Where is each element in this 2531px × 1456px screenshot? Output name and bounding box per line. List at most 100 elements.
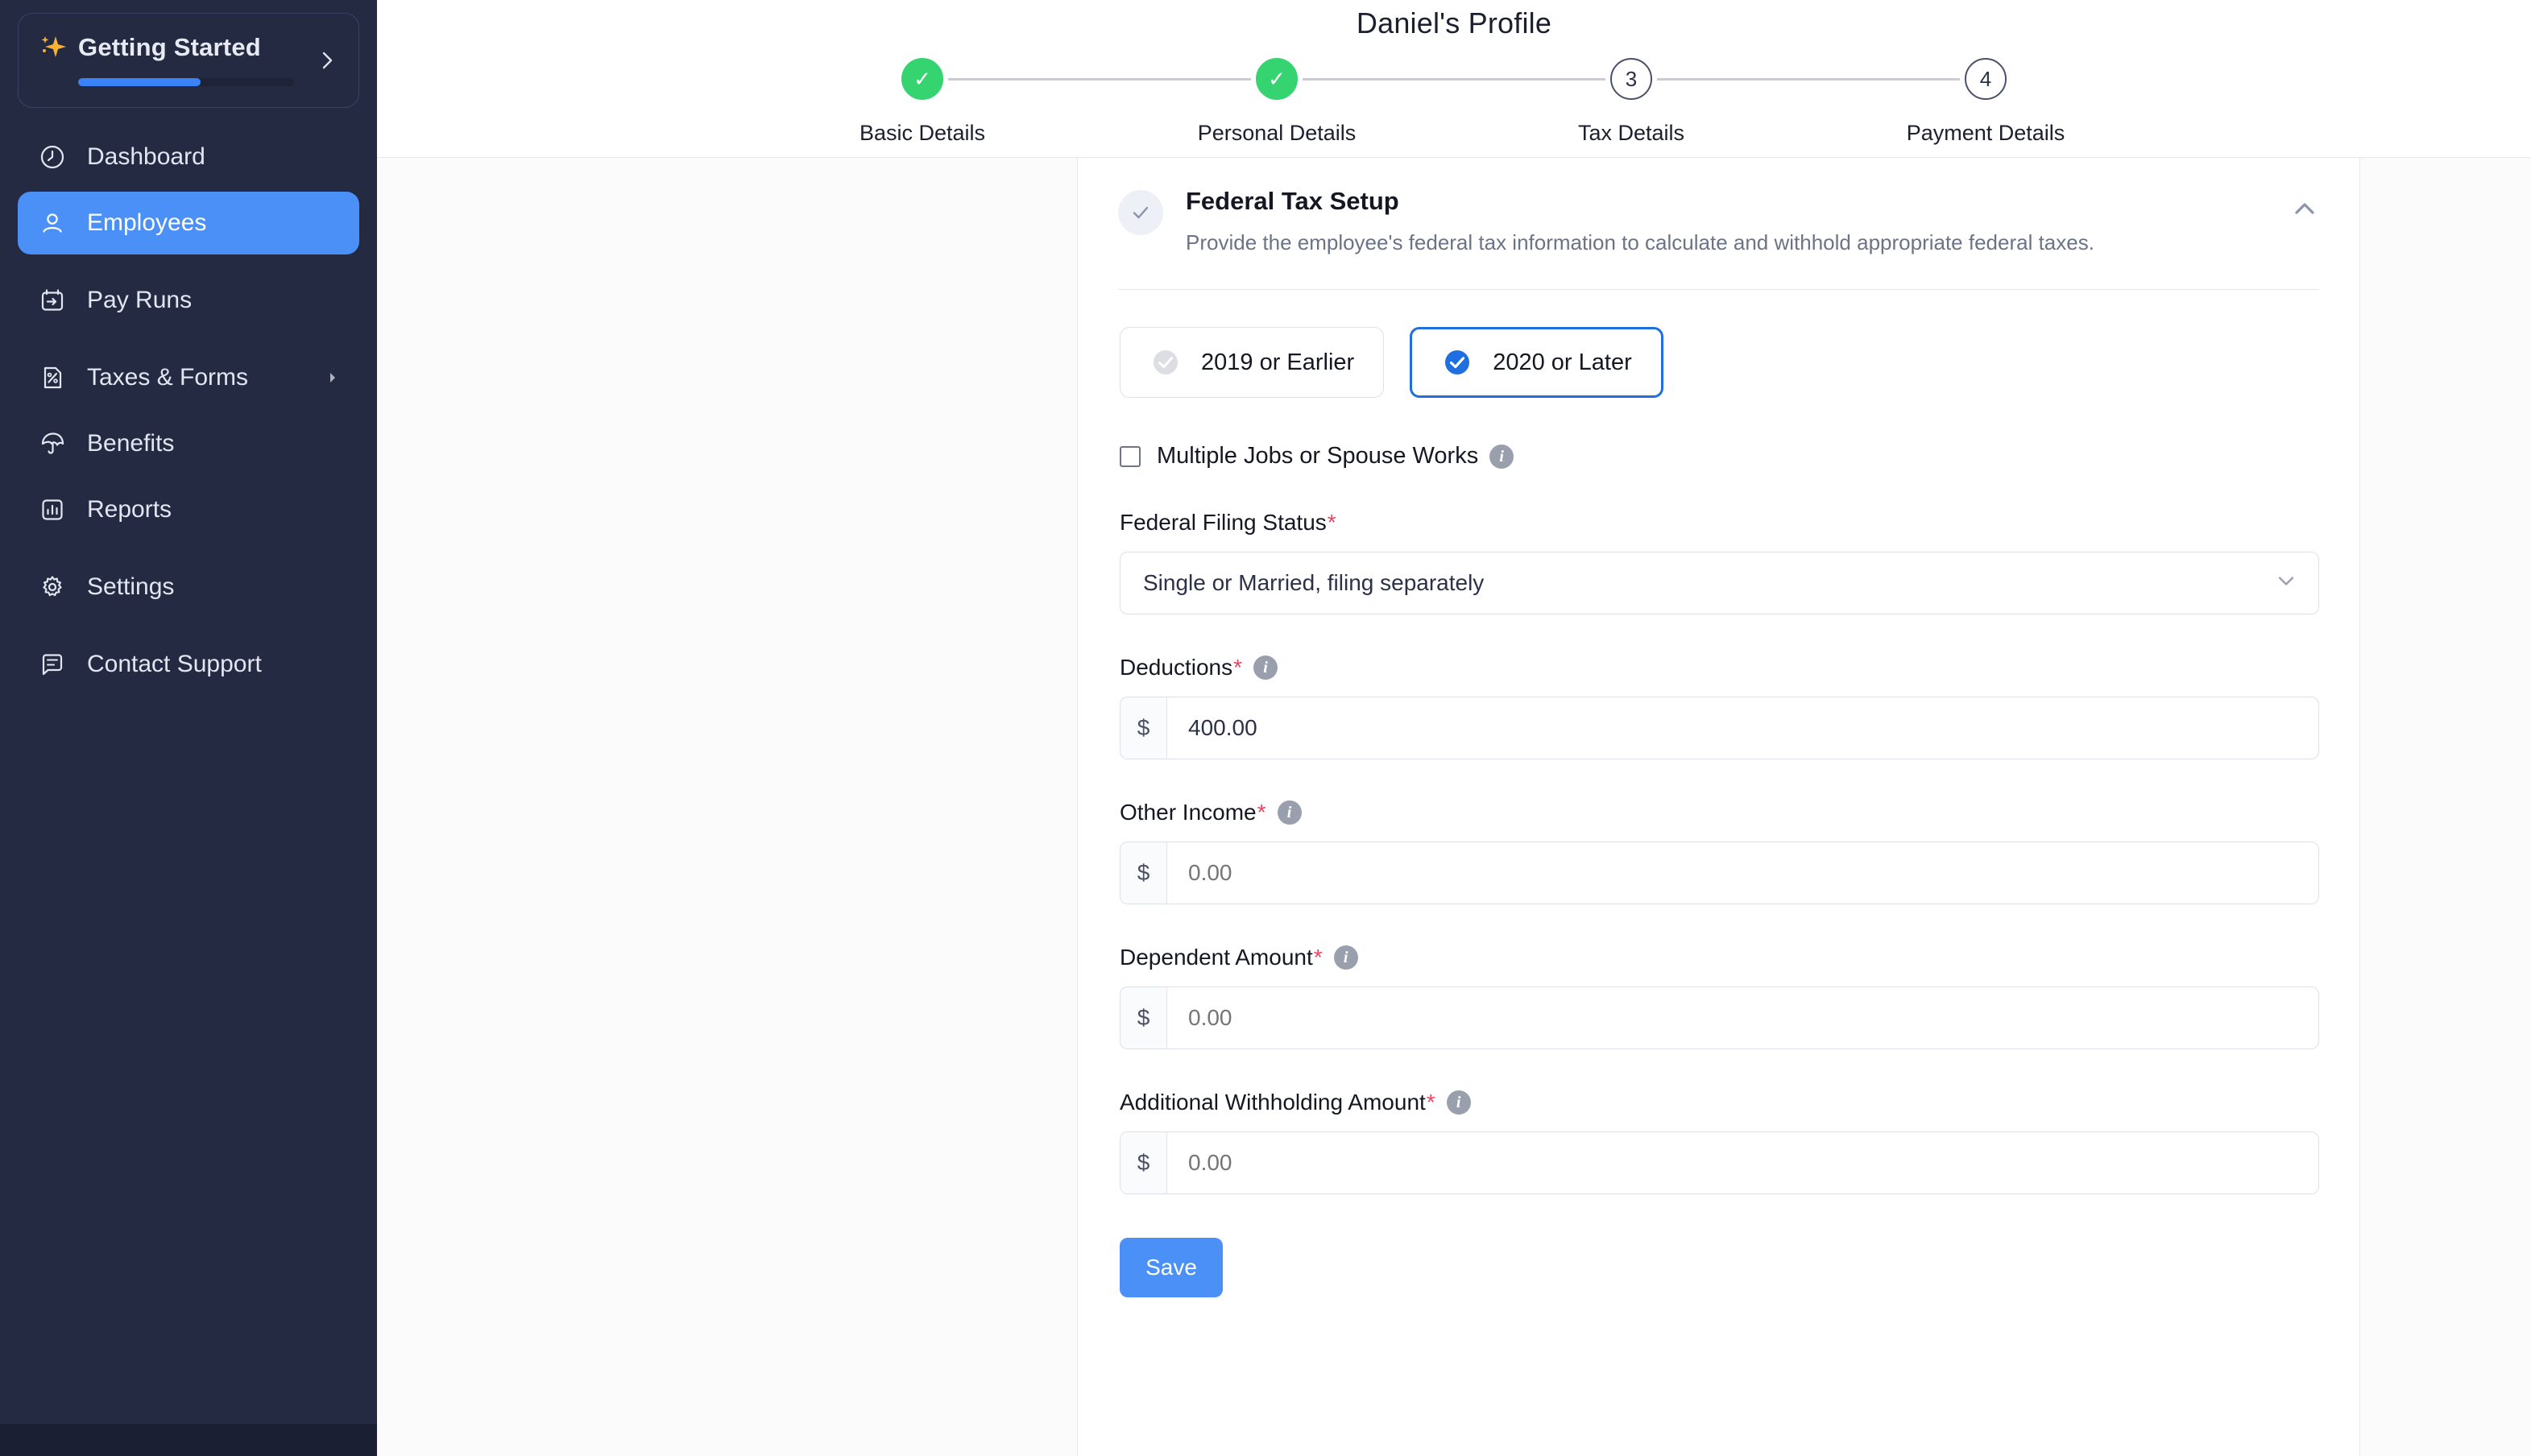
field-federal-filing-status: Federal Filing Status* Single or Married… (1120, 510, 2319, 614)
field-label: Deductions* i (1120, 655, 2319, 680)
info-icon[interactable]: i (1334, 945, 1358, 970)
page-title: Daniel's Profile (377, 0, 2531, 40)
section-title: Federal Tax Setup (1186, 187, 2094, 216)
save-button[interactable]: Save (1120, 1238, 1223, 1297)
federal-filing-status-select[interactable]: Single or Married, filing separately (1120, 552, 2319, 614)
sidebar-item-taxes-and-forms[interactable]: Taxes & Forms (18, 346, 359, 409)
w4-version-toggle-group: 2019 or Earlier 2020 or Later (1120, 327, 2319, 398)
step-connector (948, 78, 1251, 81)
bar-chart-icon (35, 493, 69, 527)
nav-spacer (18, 544, 359, 556)
step-label: Basic Details (860, 121, 985, 146)
w4-option-2020-or-later[interactable]: 2020 or Later (1410, 327, 1663, 398)
info-icon[interactable]: i (1447, 1090, 1471, 1115)
onboarding-progress-fill (78, 78, 201, 86)
step-marker: ✓ (1256, 58, 1298, 100)
required-marker: * (1314, 945, 1323, 970)
dependent-amount-input-group: $ (1120, 987, 2319, 1049)
dependent-amount-input[interactable] (1167, 987, 2318, 1049)
nav-spacer (18, 258, 359, 269)
multiple-jobs-row[interactable]: Multiple Jobs or Spouse Works i (1120, 443, 2319, 469)
sidebar-nav: Dashboard Employees Pay R (0, 126, 377, 696)
sidebar-footer-band (0, 1424, 377, 1456)
currency-prefix: $ (1121, 1132, 1167, 1193)
getting-started-label: Getting Started (78, 33, 261, 62)
info-icon[interactable]: i (1489, 445, 1514, 469)
sidebar-item-employees[interactable]: Employees (18, 192, 359, 254)
currency-prefix: $ (1121, 987, 1167, 1049)
nav-spacer (18, 622, 359, 633)
progress-stepper: ✓ Basic Details ✓ Personal Details 3 Tax… (377, 58, 2531, 146)
deductions-input-group: $ (1120, 697, 2319, 759)
step-marker: ✓ (901, 58, 943, 100)
step-label: Tax Details (1578, 121, 1684, 146)
step-connector (1657, 78, 1960, 81)
sidebar-item-contact-support[interactable]: Contact Support (18, 633, 359, 696)
sidebar-item-label: Taxes & Forms (87, 364, 248, 391)
field-label-text: Other Income (1120, 800, 1257, 825)
sidebar-item-settings[interactable]: Settings (18, 556, 359, 618)
chat-icon (35, 647, 69, 681)
info-icon[interactable]: i (1253, 656, 1278, 680)
onboarding-progress-track (78, 78, 294, 86)
field-label: Other Income* i (1120, 800, 2319, 825)
step-personal-details[interactable]: ✓ Personal Details (1100, 58, 1454, 146)
app-root: Getting Started Dashboard Employees (0, 0, 2531, 1456)
chevron-right-icon[interactable] (317, 50, 338, 71)
document-percent-icon (35, 361, 69, 395)
page-header: Daniel's Profile ✓ Basic Details ✓ Perso… (377, 0, 2531, 158)
field-additional-withholding-amount: Additional Withholding Amount* i $ (1120, 1090, 2319, 1194)
additional-withholding-input[interactable] (1167, 1132, 2318, 1193)
w4-option-label: 2019 or Earlier (1201, 350, 1354, 376)
user-icon (35, 206, 69, 240)
sparkle-icon (38, 31, 70, 64)
field-label-text: Additional Withholding Amount (1120, 1090, 1426, 1115)
field-label-text: Deductions (1120, 655, 1232, 680)
step-tax-details[interactable]: 3 Tax Details (1454, 58, 1808, 146)
multiple-jobs-checkbox[interactable] (1120, 446, 1141, 467)
section-header: Federal Tax Setup Provide the employee's… (1118, 187, 2319, 255)
other-income-input[interactable] (1167, 842, 2318, 904)
nav-spacer (18, 335, 359, 346)
sidebar-item-dashboard[interactable]: Dashboard (18, 126, 359, 188)
step-basic-details[interactable]: ✓ Basic Details (745, 58, 1100, 146)
sidebar-item-label: Employees (87, 209, 206, 237)
currency-prefix: $ (1121, 842, 1167, 904)
step-label: Personal Details (1198, 121, 1357, 146)
sidebar-item-label: Pay Runs (87, 287, 192, 314)
field-label-text: Federal Filing Status (1120, 510, 1327, 536)
chevron-up-icon[interactable] (2290, 195, 2319, 224)
select-value: Single or Married, filing separately (1143, 570, 1484, 596)
w4-option-label: 2020 or Later (1493, 350, 1632, 376)
chevron-down-icon (2275, 570, 2297, 597)
chevron-right-icon[interactable] (325, 364, 340, 391)
step-label: Payment Details (1907, 121, 2065, 146)
main-content: Daniel's Profile ✓ Basic Details ✓ Perso… (377, 0, 2531, 1456)
getting-started-row: Getting Started (38, 31, 339, 64)
deductions-input[interactable] (1167, 697, 2318, 759)
sidebar-item-benefits[interactable]: Benefits (18, 412, 359, 475)
required-marker: * (1328, 510, 1336, 536)
field-label: Additional Withholding Amount* i (1120, 1090, 2319, 1115)
sidebar-item-label: Settings (87, 573, 174, 601)
additional-withholding-input-group: $ (1120, 1131, 2319, 1194)
field-dependent-amount: Dependent Amount* i $ (1120, 945, 2319, 1049)
field-other-income: Other Income* i $ (1120, 800, 2319, 904)
sidebar-item-label: Dashboard (87, 143, 205, 171)
check-circle-icon (1118, 190, 1163, 235)
other-income-input-group: $ (1120, 842, 2319, 904)
field-deductions: Deductions* i $ (1120, 655, 2319, 759)
step-connector (1303, 78, 1605, 81)
umbrella-icon (35, 427, 69, 461)
getting-started-card[interactable]: Getting Started (18, 13, 359, 108)
sidebar-item-pay-runs[interactable]: Pay Runs (18, 269, 359, 332)
step-marker: 3 (1610, 58, 1652, 100)
info-icon[interactable]: i (1278, 800, 1302, 825)
field-label-text: Dependent Amount (1120, 945, 1313, 970)
w4-option-2019-or-earlier[interactable]: 2019 or Earlier (1120, 327, 1384, 398)
gear-icon (35, 570, 69, 604)
step-payment-details[interactable]: 4 Payment Details (1808, 58, 2163, 146)
required-marker: * (1427, 1090, 1435, 1115)
sidebar-item-reports[interactable]: Reports (18, 478, 359, 541)
required-marker: * (1233, 655, 1242, 680)
